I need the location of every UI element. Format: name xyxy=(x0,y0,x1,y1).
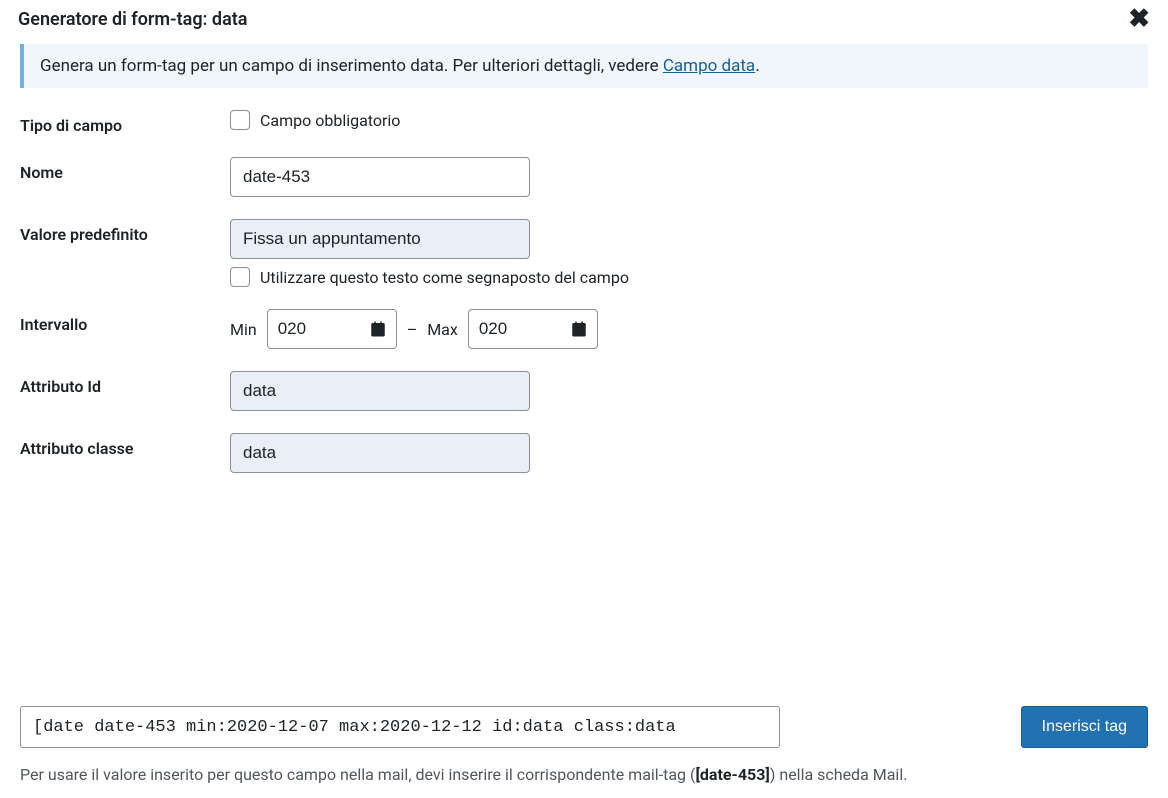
footer-text-after: ) nella scheda Mail. xyxy=(770,765,908,784)
min-date-input[interactable] xyxy=(267,309,397,349)
row-id-attr: Attributo Id xyxy=(20,371,1148,411)
name-input[interactable] xyxy=(230,157,530,197)
row-class-attr: Attributo classe xyxy=(20,433,1148,473)
placeholder-checkbox[interactable] xyxy=(230,267,250,287)
min-label: Min xyxy=(230,320,257,339)
notice-text: Genera un form-tag per un campo di inser… xyxy=(40,56,663,76)
required-checkbox[interactable] xyxy=(230,110,250,130)
label-field-type: Tipo di campo xyxy=(20,110,230,135)
label-name: Nome xyxy=(20,157,230,182)
label-range: Intervallo xyxy=(20,309,230,334)
max-date-input[interactable] xyxy=(468,309,598,349)
row-default-value: Valore predefinito Utilizzare questo tes… xyxy=(20,219,1148,287)
required-checkbox-wrap[interactable]: Campo obbligatorio xyxy=(230,110,1148,130)
output-bar: Inserisci tag xyxy=(20,706,1148,748)
label-class-attr: Attributo classe xyxy=(20,433,230,458)
dialog-title: Generatore di form-tag: data xyxy=(18,9,247,30)
row-field-type: Tipo di campo Campo obbligatorio xyxy=(20,110,1148,135)
dialog-header: Generatore di form-tag: data ✖ xyxy=(0,0,1168,38)
range-separator: – xyxy=(407,320,418,339)
row-name: Nome xyxy=(20,157,1148,197)
dialog-content: Genera un form-tag per un campo di inser… xyxy=(0,44,1168,473)
id-attr-input[interactable] xyxy=(230,371,530,411)
required-checkbox-label: Campo obbligatorio xyxy=(260,111,400,130)
max-label: Max xyxy=(427,320,458,339)
label-default-value: Valore predefinito xyxy=(20,219,230,244)
class-attr-input[interactable] xyxy=(230,433,530,473)
insert-tag-button[interactable]: Inserisci tag xyxy=(1021,706,1148,748)
info-notice: Genera un form-tag per un campo di inser… xyxy=(20,44,1148,88)
notice-link[interactable]: Campo data xyxy=(663,56,755,76)
label-id-attr: Attributo Id xyxy=(20,371,230,396)
placeholder-checkbox-label: Utilizzare questo testo come segnaposto … xyxy=(260,268,629,287)
row-range: Intervallo Min – Max xyxy=(20,309,1148,349)
default-value-input[interactable] xyxy=(230,219,530,259)
notice-text-after: . xyxy=(755,56,759,76)
footer-text-before: Per usare il valore inserito per questo … xyxy=(20,765,695,784)
footer-hint: Per usare il valore inserito per questo … xyxy=(20,765,1148,784)
footer-mail-tag: [date-453] xyxy=(695,765,769,784)
close-icon[interactable]: ✖ xyxy=(1128,6,1150,32)
generated-tag-input[interactable] xyxy=(20,706,780,748)
